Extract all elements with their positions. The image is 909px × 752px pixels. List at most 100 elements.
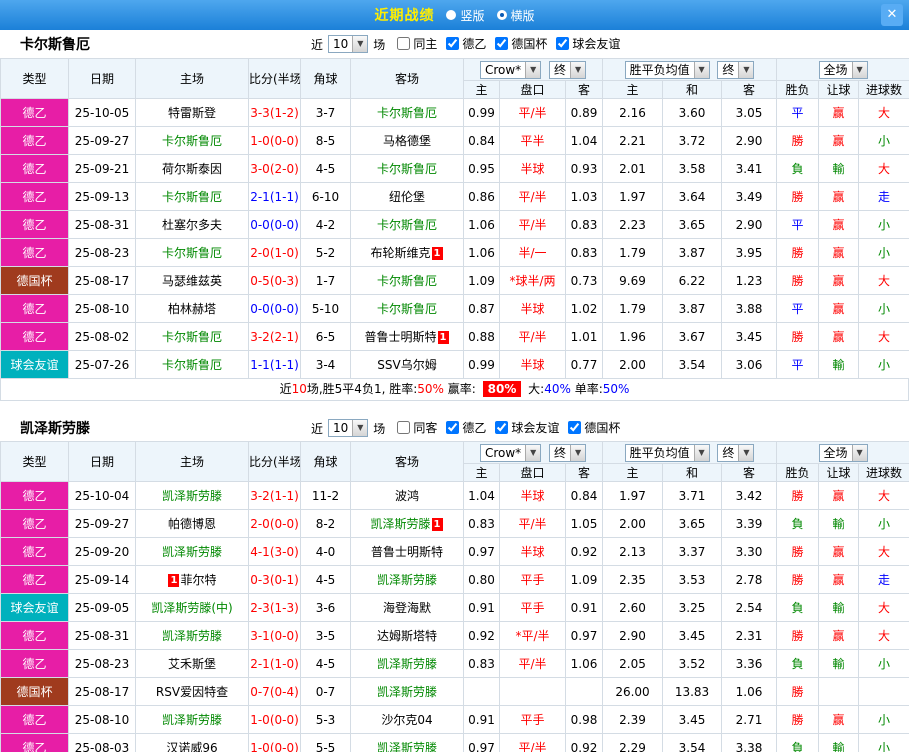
chevron-down-icon: ▼ bbox=[352, 36, 368, 52]
league-filter[interactable]: 德乙 bbox=[446, 35, 486, 52]
goals-result-cell: 小 bbox=[858, 649, 909, 678]
bookmaker-select[interactable]: Crow* ▼ bbox=[479, 443, 542, 462]
filter-checkbox[interactable] bbox=[446, 37, 460, 50]
match-count-select[interactable]: 10 ▼ bbox=[328, 35, 369, 53]
filter-checkbox[interactable] bbox=[556, 37, 570, 50]
team-name-text: 艾禾斯堡 bbox=[167, 657, 216, 671]
filter-checkbox[interactable] bbox=[568, 421, 582, 434]
corner-cell: 11-2 bbox=[300, 481, 351, 510]
away-team-cell: 凯泽斯劳滕 bbox=[350, 649, 464, 678]
handicap-result-cell: 赢 bbox=[818, 322, 860, 351]
fulltime-select[interactable]: 全场 ▼ bbox=[818, 443, 868, 462]
league-filter[interactable]: 球会友谊 bbox=[495, 419, 559, 436]
layout-radio[interactable]: 横版 bbox=[496, 7, 535, 24]
home-team-cell: 帕德博恩 bbox=[135, 509, 249, 538]
team-name-text: 凯泽斯劳滕 bbox=[161, 629, 222, 643]
bookmaker-select[interactable]: Crow* ▼ bbox=[479, 60, 542, 79]
fulltime-group-header: 全场 ▼ bbox=[776, 441, 909, 464]
home-odds-cell: 0.87 bbox=[463, 294, 500, 323]
goals-result-cell: 大 bbox=[858, 154, 909, 183]
filter-checkbox[interactable] bbox=[397, 421, 411, 434]
team-name-text: 凯泽斯劳滕 bbox=[161, 545, 222, 559]
home-team-cell: 特雷斯登 bbox=[135, 98, 249, 127]
avg-odds-select[interactable]: 胜平负均值 ▼ bbox=[624, 443, 710, 462]
score-cell: 0-3(0-1) bbox=[248, 565, 301, 594]
handicap-result-cell: 赢 bbox=[818, 98, 860, 127]
avg-odds-select[interactable]: 胜平负均值 ▼ bbox=[624, 60, 710, 79]
corner-cell: 0-7 bbox=[300, 677, 351, 706]
avg-away-cell: 3.45 bbox=[721, 322, 778, 351]
summary-row: 近10场,胜5平4负1, 胜率:50% 赢率: 80% 大:40% 单率:50% bbox=[0, 379, 909, 401]
filter-checkbox[interactable] bbox=[397, 37, 411, 50]
fulltime-select[interactable]: 全场 ▼ bbox=[818, 60, 868, 79]
summary-segment: 场,胜5平4负1, 胜率: bbox=[306, 382, 418, 396]
avg-draw-cell: 3.72 bbox=[662, 126, 723, 155]
home-odds-cell: 0.84 bbox=[463, 126, 500, 155]
home-odds-cell: 0.95 bbox=[463, 154, 500, 183]
team-name-text: 布轮斯维克 bbox=[370, 246, 431, 260]
filter-label: 同主 bbox=[413, 37, 438, 51]
match-row: 球会友谊 25-09-05 凯泽斯劳滕(中) 2-3(1-3) 3-6 海登海默 0.91 平… bbox=[0, 593, 909, 622]
date-cell: 25-09-05 bbox=[68, 593, 136, 622]
league-cell: 德乙 bbox=[0, 210, 69, 239]
goals-result-cell: 小 bbox=[858, 294, 909, 323]
radio-icon[interactable] bbox=[496, 10, 507, 20]
team-name-text: 凯泽斯劳滕 bbox=[376, 657, 437, 671]
section-divider bbox=[0, 401, 909, 415]
avg-draw-cell: 3.87 bbox=[662, 294, 723, 323]
score-cell: 3-2(1-1) bbox=[248, 481, 301, 510]
avg-group-header: 胜平负均值 ▼ 终 ▼ bbox=[602, 58, 778, 81]
layout-radio[interactable]: 竖版 bbox=[446, 7, 485, 24]
odds-stage-select[interactable]: 终 ▼ bbox=[549, 443, 587, 462]
away-team-cell: 普鲁士明斯特 bbox=[350, 537, 464, 566]
radio-icon[interactable] bbox=[446, 10, 457, 20]
summary-segment: 赢率: bbox=[443, 382, 480, 396]
handicap-cell: 平/半 bbox=[499, 509, 566, 538]
score-text: 2-0(1-0) bbox=[250, 245, 299, 260]
goals-result-cell bbox=[858, 677, 909, 706]
filter-checkbox[interactable] bbox=[446, 421, 460, 434]
handicap-result-cell: 赢 bbox=[818, 266, 860, 295]
avg-home-cell: 1.79 bbox=[602, 238, 664, 267]
away-odds-cell: 1.02 bbox=[564, 294, 604, 323]
avg-draw-cell: 3.54 bbox=[662, 350, 723, 379]
team-name-text: 凯泽斯劳滕 bbox=[376, 741, 437, 752]
avg-home-cell: 2.90 bbox=[602, 621, 664, 650]
corner-cell: 5-10 bbox=[300, 294, 351, 323]
away-odds-cell: 1.01 bbox=[564, 322, 604, 351]
avg-away-cell: 3.38 bbox=[721, 733, 778, 752]
score-text: 2-1(1-1) bbox=[250, 189, 299, 204]
league-cell: 德乙 bbox=[0, 481, 69, 510]
odds-stage-select[interactable]: 终 ▼ bbox=[549, 60, 587, 79]
league-filter[interactable]: 球会友谊 bbox=[556, 35, 620, 52]
match-count-select[interactable]: 10 ▼ bbox=[328, 419, 369, 437]
filter-checkbox[interactable] bbox=[495, 37, 509, 50]
corner-cell: 4-5 bbox=[300, 649, 351, 678]
avg-away-cell: 2.71 bbox=[721, 705, 778, 734]
league-filter[interactable]: 德乙 bbox=[446, 419, 486, 436]
avg-home-cell: 2.16 bbox=[602, 98, 664, 127]
league-filter[interactable]: 德国杯 bbox=[568, 419, 620, 436]
handicap-result-cell: 赢 bbox=[818, 294, 860, 323]
league-filter[interactable]: 同主 bbox=[397, 35, 437, 52]
avg-stage-select[interactable]: 终 ▼ bbox=[717, 443, 755, 462]
league-filter[interactable]: 德国杯 bbox=[495, 35, 547, 52]
league-filter[interactable]: 同客 bbox=[397, 419, 437, 436]
filter-checkbox[interactable] bbox=[495, 421, 509, 434]
league-cell: 德国杯 bbox=[0, 677, 69, 706]
league-cell: 球会友谊 bbox=[0, 350, 69, 379]
result-cell: 勝 bbox=[776, 126, 820, 155]
close-button[interactable]: ✕ bbox=[881, 4, 903, 26]
home-team-cell: 卡尔斯鲁厄 bbox=[135, 182, 249, 211]
select-value: 终 bbox=[554, 445, 567, 460]
score-cell: 2-0(1-0) bbox=[248, 238, 301, 267]
league-cell: 德乙 bbox=[0, 649, 69, 678]
home-team-cell: 马瑟维兹英 bbox=[135, 266, 249, 295]
avg-home-cell: 1.97 bbox=[602, 182, 664, 211]
match-row: 球会友谊 25-07-26 卡尔斯鲁厄 1-1(1-1) 3-4 SSV乌尔姆 0.99 半球… bbox=[0, 350, 909, 379]
corner-cell: 3-5 bbox=[300, 621, 351, 650]
select-value: 终 bbox=[554, 62, 567, 77]
league-cell: 德乙 bbox=[0, 294, 69, 323]
avg-stage-select[interactable]: 终 ▼ bbox=[717, 60, 755, 79]
handicap-result-cell: 赢 bbox=[818, 565, 860, 594]
